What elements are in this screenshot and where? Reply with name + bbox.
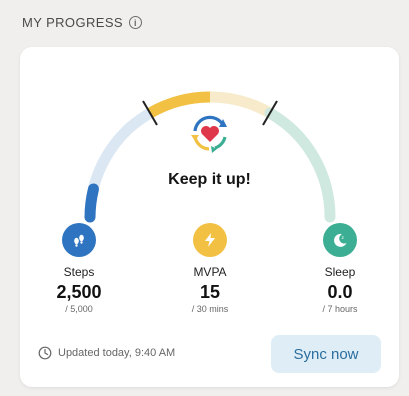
metric-label: Steps [63,265,95,279]
footsteps-icon [62,223,96,257]
metric-value: 2,500 [56,282,102,302]
metric-sleep[interactable]: z Sleep 0.0 / 7 hours [285,223,395,314]
moon-icon: z [323,223,357,257]
last-updated: Updated today, 9:40 AM [38,346,175,360]
info-icon[interactable]: i [128,16,142,29]
metric-goal: / 30 mins [191,304,229,314]
updated-text: Updated today, 9:40 AM [58,347,176,359]
metric-value: 0.0 [327,282,353,302]
clock-icon [38,346,52,360]
metric-goal: / 5,000 [65,304,93,314]
sync-now-button[interactable]: Sync now [271,335,381,373]
metric-label: Sleep [324,265,356,279]
steps-progress-arc [84,183,99,223]
steps-track [84,107,156,223]
metric-mvpa[interactable]: MVPA 15 / 30 mins [155,223,265,314]
metric-goal: / 7 hours [322,304,358,314]
metric-steps[interactable]: Steps 2,500 / 5,000 [24,223,134,314]
section-header: MY PROGRESS i [22,15,142,30]
motivation-headline: Keep it up! [168,171,251,188]
sleep-track [264,107,336,223]
section-title: MY PROGRESS [22,15,123,30]
svg-text:z: z [342,236,345,241]
heart-sync-icon [191,115,227,153]
metric-value: 15 [199,282,221,302]
metric-label: MVPA [193,265,227,279]
progress-card: Keep it up! Steps 2,500 / 5,000 MVPA 15 … [20,47,399,387]
lightning-icon [193,223,227,257]
